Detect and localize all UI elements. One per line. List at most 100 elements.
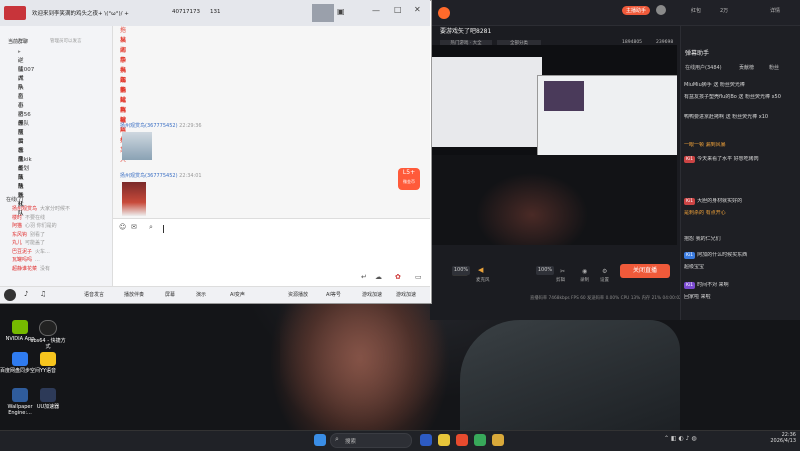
clock-date: 2026/4/13	[770, 438, 796, 444]
member-name: 东风钩	[12, 231, 28, 238]
expand-icon: ▸	[18, 49, 21, 55]
message-sender[interactable]: 扬州观赏鸟(367775452) 22:34:01	[120, 172, 202, 179]
game-icon[interactable]: ▣	[337, 7, 345, 16]
start-icon[interactable]	[314, 434, 326, 446]
close-icon[interactable]: ✕	[414, 5, 421, 14]
studio-logo-icon	[438, 7, 450, 19]
stream-stats: 直播码率 7468kbps FPS 60 发送码率 0.00% CPU 13% …	[530, 296, 682, 301]
contact-group[interactable]: ▸阿猫城队	[18, 120, 24, 163]
stream-title[interactable]: 要游戏矢了吧8281	[440, 26, 491, 35]
user-avatar[interactable]	[4, 289, 16, 301]
ai-button[interactable]: AI等号	[326, 291, 341, 298]
speaker-icon[interactable]: ◀	[478, 266, 483, 274]
scissors-icon[interactable]: ✂	[560, 268, 565, 275]
group-name: 007	[23, 67, 35, 73]
tab-fans[interactable]: 粉丝	[769, 64, 779, 71]
resource-button[interactable]: 资源播放	[288, 291, 308, 298]
mic-volume[interactable]: 100%	[452, 266, 470, 275]
preview-wallpaper	[432, 155, 677, 245]
member-row[interactable]: 超静谁花菜 没有	[12, 265, 108, 273]
member-row[interactable]: 阿猫 心羽 你们是的	[12, 222, 108, 230]
contact-group[interactable]: ▸ 56城队	[18, 111, 31, 127]
tab-contribution[interactable]: 贡献榜	[739, 64, 754, 71]
shared-image[interactable]	[122, 132, 152, 160]
send-icon[interactable]: ▭	[415, 273, 422, 281]
member-note: 大家分时候不	[40, 206, 71, 212]
contact-group[interactable]: ▸逆仙城队	[18, 48, 24, 91]
expand-icon: ▸	[18, 58, 21, 64]
system-volume[interactable]: 100%	[536, 266, 554, 275]
contact-group[interactable]: ▸小猪仔队	[18, 93, 24, 136]
desktop-icon-yy[interactable]: YY语音	[28, 352, 68, 374]
app-icon[interactable]	[456, 434, 468, 446]
voice-speak-button[interactable]: 语音发言	[84, 291, 104, 298]
explorer-icon[interactable]	[438, 434, 450, 446]
avatar[interactable]	[656, 5, 666, 15]
search-icon[interactable]: ⌕	[149, 223, 153, 232]
tray-icons[interactable]: ⌃ ◧ ◐ ♪ ◍	[664, 435, 697, 442]
contact-group[interactable]: ▸丸儿队	[18, 183, 24, 217]
clip-label: 剪辑	[556, 278, 565, 283]
enter-icon[interactable]: ↵	[361, 273, 367, 281]
gift-icon[interactable]: ✉	[131, 223, 137, 231]
member-row[interactable]: 扬州观赏鸟 大家分时候不	[12, 205, 108, 213]
screen-button[interactable]: 屏幕	[165, 291, 175, 298]
tab-online-users[interactable]: 在线用户(3484)	[685, 64, 722, 71]
ai-voice-button[interactable]: AI变声	[230, 291, 245, 298]
contact-group[interactable]: ▸小黑屋	[18, 102, 24, 136]
home-icon[interactable]	[312, 4, 334, 22]
contact-group[interactable]: ▸天地城队	[18, 165, 24, 208]
group-avatar[interactable]	[4, 6, 26, 20]
stop-live-button[interactable]: 关闭直播	[620, 264, 670, 278]
clock[interactable]: 22:36 2026/4/13	[756, 432, 796, 444]
settings-icon[interactable]: ⚙	[602, 268, 607, 275]
contact-group[interactable]: ▸周老师队队	[18, 147, 24, 199]
contact-group[interactable]: ▸东北B队	[18, 138, 24, 181]
member-row[interactable]: 楼时 不要在线	[12, 214, 108, 222]
app-icon-2[interactable]	[474, 434, 486, 446]
contact-group[interactable]: ▸黄昏全员队队	[18, 129, 24, 190]
accompany-button[interactable]: 播放伴奏	[124, 291, 144, 298]
record-icon[interactable]: ◉	[582, 268, 587, 275]
present-button[interactable]: 演示	[196, 291, 206, 298]
game-boost-button[interactable]: 游戏加速	[362, 291, 382, 298]
member-row[interactable]: 瓦罐吗吗...	[12, 256, 108, 264]
stream-preview[interactable]	[432, 45, 677, 245]
member-row[interactable]: 丸儿 可能盖了	[12, 239, 108, 247]
mic-icon[interactable]: ♪	[24, 290, 28, 298]
taskview-icon[interactable]	[420, 434, 432, 446]
gift-sticker[interactable]: L5+ 微金币	[398, 168, 420, 190]
emoji-icon[interactable]: ☺	[119, 223, 126, 231]
game-boost-button-2[interactable]: 游戏加速	[396, 291, 416, 298]
taskbar-search[interactable]: ⌕ 搜索	[330, 433, 412, 448]
assistant-badge[interactable]: 主播助手	[622, 6, 651, 15]
flower-icon[interactable]: ✿	[395, 273, 401, 281]
minimize-icon[interactable]: —	[372, 6, 380, 15]
contact-group[interactable]: ▸小鱼	[18, 75, 24, 100]
redpacket-label[interactable]: 红包	[691, 7, 701, 14]
shared-photo[interactable]	[122, 182, 146, 216]
member-row[interactable]: 巴豆泥子 火车...	[12, 248, 108, 256]
wallpaper-figure	[460, 320, 680, 430]
message-line: 东子 — 丸儿	[120, 57, 127, 104]
message-input[interactable]: ☺ ✉ ⌕ ↵ ☁ ✿ ▭	[113, 218, 430, 287]
details-link[interactable]: 详情	[770, 7, 780, 14]
app-icon-3[interactable]	[492, 434, 504, 446]
maximize-icon[interactable]: □	[394, 5, 402, 14]
settings-label: 设置	[600, 278, 609, 283]
contact-group[interactable]: ▸猛犬队	[18, 57, 24, 91]
message-sender[interactable]: 扬州观赏鸟(367775452) 22:29:36	[120, 122, 202, 129]
message-line: 三熊 — 瓦罐	[120, 77, 127, 124]
contact-group[interactable]: ▸ 007	[18, 66, 34, 75]
search-placeholder: 搜索	[345, 439, 357, 445]
contact-group[interactable]: ▸盲盲	[18, 84, 24, 109]
voice-toolbar: ♪ ♫ 语音发言 播放伴奏 屏幕 演示 AI变声 资源播放 AI等号 游戏加速 …	[0, 286, 430, 303]
contact-group[interactable]: ▸ kik计划队	[18, 156, 32, 181]
desktop-icon-uu[interactable]: UU加速器	[28, 388, 68, 410]
contact-group[interactable]: ▸新一代队	[18, 174, 24, 217]
desktop-icon-obs[interactable]: obs64 - 快捷方式	[28, 320, 68, 350]
chat-bubble-icon[interactable]: ☁	[375, 273, 382, 281]
speaker-icon[interactable]: ♫	[40, 290, 46, 298]
member-row[interactable]: 东风钩 别看了	[12, 231, 108, 239]
expand-icon: ▸	[18, 103, 21, 109]
